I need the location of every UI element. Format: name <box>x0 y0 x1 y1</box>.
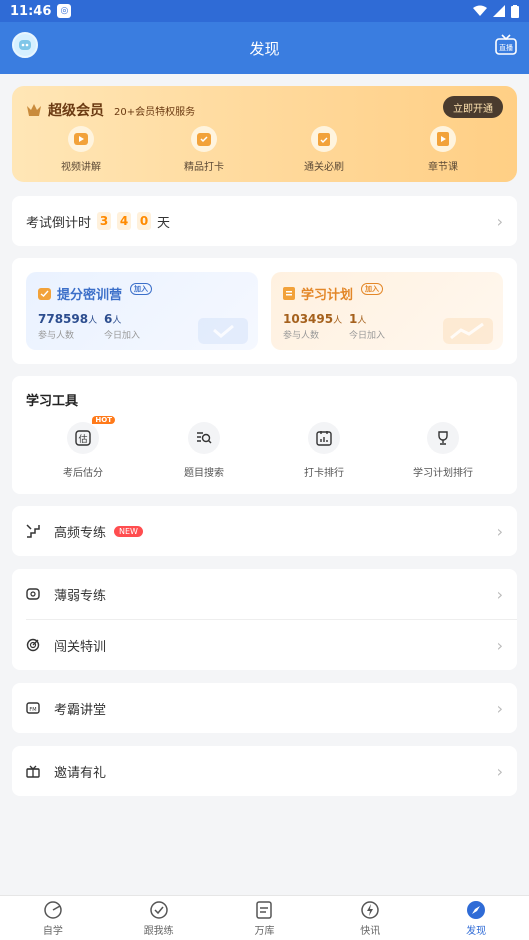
checkin-icon <box>197 133 211 146</box>
document-icon <box>256 900 273 919</box>
vip-feature-chapter[interactable]: 章节课 <box>398 126 488 173</box>
countdown-label: 考试倒计时 <box>26 215 92 231</box>
stairs-icon <box>26 524 40 538</box>
countdown-digit: 0 <box>137 212 152 230</box>
participant-caption: 参与人数 <box>38 331 75 341</box>
vip-feature-video[interactable]: 视频讲解 <box>36 126 126 173</box>
lightning-icon <box>361 900 380 919</box>
countdown-digit: 4 <box>117 212 132 230</box>
video-icon <box>74 133 88 145</box>
battery-icon <box>511 4 519 18</box>
lecture-card: FM 考霸讲堂 › <box>12 683 517 733</box>
vip-banner[interactable]: 超级会员 20+会员特权服务 立即开通 视频讲解 精品打卡 通关必刷 章节课 <box>12 86 517 182</box>
wifi-icon <box>473 5 487 16</box>
new-badge: NEW <box>114 525 143 537</box>
chevron-right-icon: › <box>496 635 503 655</box>
practice-group-card: 薄弱专练 › 闯关特训 › <box>12 569 517 670</box>
high-frequency-practice-row[interactable]: 高频专练 NEW › <box>12 506 517 556</box>
chapter-course-icon <box>437 132 449 146</box>
chevron-right-icon: › <box>496 761 503 781</box>
lecture-row[interactable]: FM 考霸讲堂 › <box>12 683 517 733</box>
tool-plan-ranking[interactable]: 学习计划排行 <box>388 422 498 479</box>
chart-decoration-icon <box>443 318 493 344</box>
svg-text:直播: 直播 <box>499 43 513 52</box>
invite-label: 邀请有礼 <box>54 765 107 781</box>
app-bar: 发现 直播 <box>0 22 529 74</box>
join-badge: 加入 <box>361 282 384 295</box>
status-bar: 11:46 ◎ <box>0 0 529 22</box>
today-caption: 今日加入 <box>349 331 386 341</box>
tool-checkin-ranking[interactable]: 打卡排行 <box>269 422 379 479</box>
study-tools-heading: 学习工具 <box>26 394 79 409</box>
vip-open-button[interactable]: 立即开通 <box>443 96 503 118</box>
target-box-icon <box>26 588 40 600</box>
search-list-icon <box>197 432 212 444</box>
study-tools-section: 学习工具 估 HOT 考后估分 题目搜索 打卡排行 学习计划排行 <box>12 376 517 494</box>
weak-practice-label: 薄弱专练 <box>54 588 107 604</box>
self-study-icon <box>44 900 62 919</box>
nav-question-bank[interactable]: 万库 <box>212 896 318 940</box>
exam-countdown[interactable]: 考试倒计时 3 4 0 天 › <box>12 196 517 246</box>
notification-app-icon: ◎ <box>57 4 72 18</box>
boost-camp-title: 提分密训营 <box>57 288 123 303</box>
countdown-unit: 天 <box>157 215 171 231</box>
level-training-label: 闯关特训 <box>54 639 107 655</box>
chevron-right-icon: › <box>496 698 503 718</box>
join-badge: 加入 <box>130 282 153 295</box>
chevron-right-icon: › <box>496 211 503 231</box>
svg-text:FM: FM <box>29 707 36 713</box>
study-plan-card[interactable]: 学习计划 加入 103495人 1人 参与人数 今日加入 <box>271 272 503 350</box>
vip-title: 超级会员 <box>48 103 104 119</box>
tool-question-search[interactable]: 题目搜索 <box>149 422 259 479</box>
vip-feature-must-do[interactable]: 通关必刷 <box>279 126 369 173</box>
target-icon <box>26 638 40 652</box>
trophy-icon <box>438 431 448 445</box>
chevron-right-icon: › <box>496 584 503 604</box>
high-frequency-practice-card: 高频专练 NEW › <box>12 506 517 556</box>
fm-radio-icon: FM <box>26 702 40 714</box>
training-section: 提分密训营 加入 778598人 6人 参与人数 今日加入 学习计划 加入 10… <box>12 258 517 364</box>
clipboard-icon <box>318 133 330 146</box>
nav-news[interactable]: 快讯 <box>317 896 423 940</box>
svg-text:估: 估 <box>78 433 87 445</box>
invite-row[interactable]: 邀请有礼 › <box>12 746 517 796</box>
page-title: 发现 <box>249 39 280 58</box>
today-caption: 今日加入 <box>104 331 141 341</box>
participant-count: 103495 <box>283 312 334 326</box>
compass-icon <box>467 900 486 919</box>
invite-card: 邀请有礼 › <box>12 746 517 796</box>
status-time: 11:46 <box>10 3 52 19</box>
camp-icon <box>38 288 51 300</box>
vip-subtitle: 20+会员特权服务 <box>114 106 196 118</box>
avatar-robot-icon <box>19 40 31 50</box>
weak-practice-row[interactable]: 薄弱专练 › <box>12 569 517 619</box>
signal-icon <box>493 5 505 17</box>
level-training-row[interactable]: 闯关特训 › <box>12 620 517 670</box>
participant-caption: 参与人数 <box>283 331 320 341</box>
crown-icon <box>27 104 41 116</box>
live-tv-icon[interactable]: 直播 <box>495 34 517 56</box>
countdown-digit: 3 <box>97 212 112 230</box>
participant-count: 778598 <box>38 312 89 326</box>
nav-discover[interactable]: 发现 <box>423 896 529 940</box>
tool-score-estimate[interactable]: 估 HOT 考后估分 <box>28 416 138 479</box>
gift-icon <box>26 765 40 778</box>
study-plan-title: 学习计划 <box>301 288 354 303</box>
check-circle-icon <box>149 900 168 919</box>
score-estimate-icon: 估 <box>75 430 91 446</box>
nav-self-study[interactable]: 自学 <box>0 896 106 940</box>
vip-feature-checkin[interactable]: 精品打卡 <box>159 126 249 173</box>
lecture-label: 考霸讲堂 <box>54 702 107 718</box>
chevron-right-icon: › <box>496 521 503 541</box>
hot-badge: HOT <box>92 416 115 424</box>
nav-follow-practice[interactable]: 跟我练 <box>106 896 212 940</box>
avatar[interactable] <box>12 32 38 58</box>
calendar-decoration-icon <box>198 318 248 344</box>
bottom-navigation: 自学 跟我练 万库 快讯 发现 <box>0 895 529 940</box>
plan-icon <box>283 287 295 300</box>
high-frequency-label: 高频专练 <box>54 525 107 541</box>
calendar-rank-icon <box>316 431 332 446</box>
boost-camp-card[interactable]: 提分密训营 加入 778598人 6人 参与人数 今日加入 <box>26 272 258 350</box>
